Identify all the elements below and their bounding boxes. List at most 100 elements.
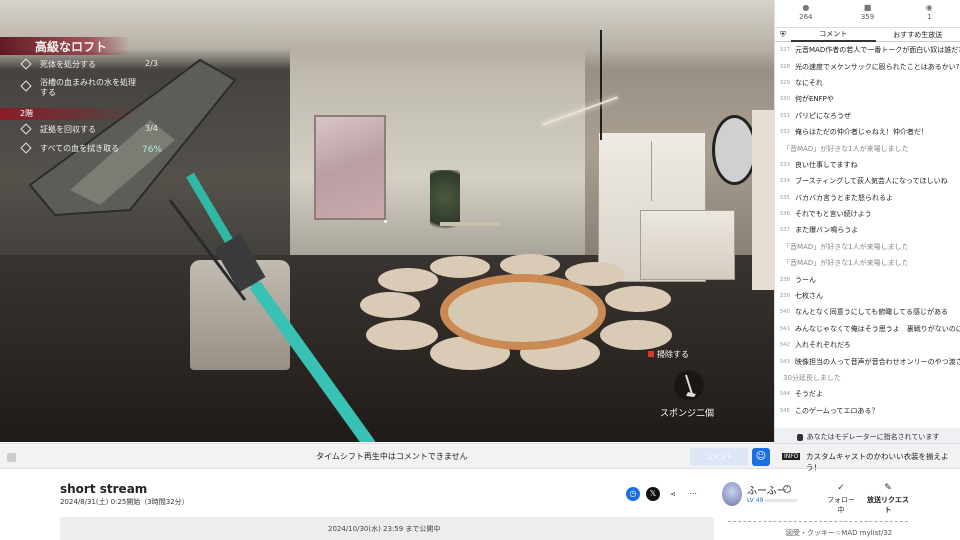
comment-row[interactable]: 345 このゲームってエロある？ xyxy=(775,403,960,419)
key-icon xyxy=(648,351,654,357)
comment-row[interactable]: 338 うーん xyxy=(775,271,960,287)
comment-row[interactable]: 330 何がENFPや xyxy=(775,91,960,107)
share-icon[interactable]: ⪦ xyxy=(666,487,680,501)
comment-text: 七枚さん xyxy=(795,292,823,301)
comment-number: 340 xyxy=(779,309,791,316)
app-root: 76% 高級なロフト 死体を処分する 2/3 浴槽の血まみれの水を処理する 2階… xyxy=(0,0,960,540)
video-player[interactable]: 76% 高級なロフト 死体を処分する 2/3 浴槽の血まみれの水を処理する 2階… xyxy=(0,0,774,442)
floor-label-banner: 2階 xyxy=(0,108,140,120)
comment-text: 映像担当の人って音声が音合わせオンリーのやつ渡されたら xyxy=(795,357,960,366)
emote-icon[interactable]: ☺ xyxy=(752,448,770,466)
shield-icon xyxy=(796,433,803,441)
ad-count: ◉ 1 xyxy=(898,0,960,27)
comment-text: バカバカ言うとまた怒られるよ xyxy=(795,193,893,202)
user-name[interactable]: ふーふー xyxy=(747,482,787,497)
floor-label: 2階 xyxy=(20,109,34,118)
comment-text: 「音MAD」が好きな1人が来場しました xyxy=(783,259,909,268)
clock-icon[interactable]: ◷ xyxy=(626,487,640,501)
quest-item: 死体を処分する xyxy=(20,56,96,72)
comment-row[interactable]: 332 俺らはただの仲介者じゃねえ！仲介者だ！ xyxy=(775,124,960,140)
shield-icon[interactable]: ⛨ xyxy=(775,30,791,40)
follow-button[interactable]: ✓ フォロー中 xyxy=(826,483,856,515)
quest-title: 高級なロフト xyxy=(35,40,108,54)
comment-count: ■ 359 xyxy=(837,0,899,27)
comment-text: 「音MAD」が好きな1人が来場しました xyxy=(783,144,909,153)
comment-number: 342 xyxy=(779,342,791,349)
comment-row[interactable]: 344 そうだよ xyxy=(775,386,960,402)
comment-bar: タイムシフト再生中はコメントできません コメント ☺ INFO カスタムキャスト… xyxy=(0,443,960,472)
mylist-link[interactable]: 図受・クッキー☆MAD mylist/32 xyxy=(786,528,892,538)
public-period-box: 2024/10/30(水) 23:59 まで公開中 xyxy=(60,517,714,540)
comment-text: また爆バン鳴らうよ xyxy=(795,226,859,235)
x-share-icon[interactable]: 𝕏 xyxy=(646,487,660,501)
comment-number: 333 xyxy=(779,161,791,168)
comment-text: パリピになろうぜ xyxy=(795,111,851,120)
user-level: LV 49 xyxy=(747,497,764,504)
comment-row[interactable]: 336 それでもと言い続けよう xyxy=(775,206,960,222)
ad-icon: ◉ xyxy=(925,3,933,12)
comment-row[interactable]: 334 ブースティングして荻人気芸人になってほしいね xyxy=(775,173,960,189)
comment-row[interactable]: 335 バカバカ言うとまた怒られるよ xyxy=(775,190,960,206)
comment-panel: ● 264 ■ 359 ◉ 1 ⛨ コメント おすすめ生放送 327 元音MAD作… xyxy=(774,0,960,447)
comment-text: なんとなく同意うにしても俯瞰してる感じがある xyxy=(795,308,949,317)
comment-text: なにそれ xyxy=(795,78,823,87)
comment-row[interactable]: 340 なんとなく同意うにしても俯瞰してる感じがある xyxy=(775,304,960,320)
crosshair-icon xyxy=(384,220,387,223)
help-icon[interactable]: ? xyxy=(783,485,791,493)
chat-icon: ■ xyxy=(863,3,872,12)
comment-row[interactable]: 327 元音MAD作者の若人で一番トークが面白い奴は誰だ? xyxy=(775,42,960,58)
level-bar xyxy=(765,499,797,502)
comment-row[interactable]: 331 パリピになろうぜ xyxy=(775,108,960,124)
action-prompt: 掃除する xyxy=(648,349,689,360)
avatar[interactable] xyxy=(722,482,742,506)
comment-row[interactable]: 30分延長しました xyxy=(775,370,960,386)
comment-number: 344 xyxy=(779,391,791,398)
comment-number: 335 xyxy=(779,194,791,201)
info-link[interactable]: カスタムキャストのかわいい衣装を揃えよう！ xyxy=(806,451,960,473)
public-period: 2024/10/30(水) 23:59 まで公開中 xyxy=(328,525,441,533)
comment-text: うーん xyxy=(795,275,816,284)
broadcast-request-button[interactable]: ✎ 放送リクエスト xyxy=(866,483,910,515)
comment-row[interactable]: 342 入れそれぞれだろ xyxy=(775,337,960,353)
more-icon[interactable]: ⋯ xyxy=(686,487,700,501)
comment-list[interactable]: 327 元音MAD作者の若人で一番トークが面白い奴は誰だ? 328 光の速度でメケンサ… xyxy=(775,42,960,426)
comment-number: 339 xyxy=(779,293,791,300)
quest-count: 3/4 xyxy=(145,124,158,133)
mop-tool: 76% xyxy=(28,58,376,442)
comment-row[interactable]: 337 また爆バン鳴らうよ xyxy=(775,222,960,238)
person-icon: ● xyxy=(802,3,810,12)
comment-row[interactable]: 341 みんなじゃなくて俺はそう思うよ 裏戦りがないのに主観で xyxy=(775,321,960,337)
quest-title-banner: 高級なロフト xyxy=(0,37,130,55)
mop-percent: 76% xyxy=(142,145,162,155)
stats-row: ● 264 ■ 359 ◉ 1 xyxy=(775,0,960,28)
tab-comments[interactable]: コメント xyxy=(791,28,876,42)
comment-row[interactable]: 343 映像担当の人って音声が音合わせオンリーのやつ渡されたら xyxy=(775,353,960,369)
viewer-count: ● 264 xyxy=(775,0,837,27)
quest-label: すべての血を拭き取る xyxy=(40,143,120,153)
comment-number: 334 xyxy=(779,178,791,185)
comment-text: 入れそれぞれだろ xyxy=(795,341,851,350)
comment-row[interactable]: 329 なにそれ xyxy=(775,75,960,91)
stream-title: short stream xyxy=(60,482,148,496)
comment-row[interactable]: 333 良い仕事してますね xyxy=(775,157,960,173)
comment-number: 337 xyxy=(779,227,791,234)
comment-number: 331 xyxy=(779,112,791,119)
comment-number: 330 xyxy=(779,96,791,103)
diamond-icon xyxy=(20,123,32,135)
comment-text: そうだよ xyxy=(795,390,823,399)
comment-button[interactable]: コメント xyxy=(690,448,748,466)
stream-date: 2024/8/31(土) 0:25開始（3時間32分） xyxy=(60,498,189,506)
comment-row[interactable]: 「音MAD」が好きな1人が来場しました xyxy=(775,140,960,156)
quest-item: 浴槽の血まみれの水を処理する xyxy=(20,78,152,102)
comment-row[interactable]: 「音MAD」が好きな1人が来場しました xyxy=(775,239,960,255)
comment-number: 332 xyxy=(779,129,791,136)
comment-number: 328 xyxy=(779,63,791,70)
tab-recommended[interactable]: おすすめ生放送 xyxy=(876,30,960,40)
comment-text: みんなじゃなくて俺はそう思うよ 裏戦りがないのに主観で xyxy=(795,324,960,333)
comment-row[interactable]: 339 七枚さん xyxy=(775,288,960,304)
comment-row[interactable]: 328 光の速度でメケンサックに殴られたことはあるかい? xyxy=(775,58,960,74)
info-tag: INFO xyxy=(782,453,801,460)
command-icon[interactable] xyxy=(7,453,16,462)
comment-row[interactable]: 「音MAD」が好きな1人が来場しました xyxy=(775,255,960,271)
comment-disabled-message: タイムシフト再生中はコメントできません xyxy=(316,452,468,461)
